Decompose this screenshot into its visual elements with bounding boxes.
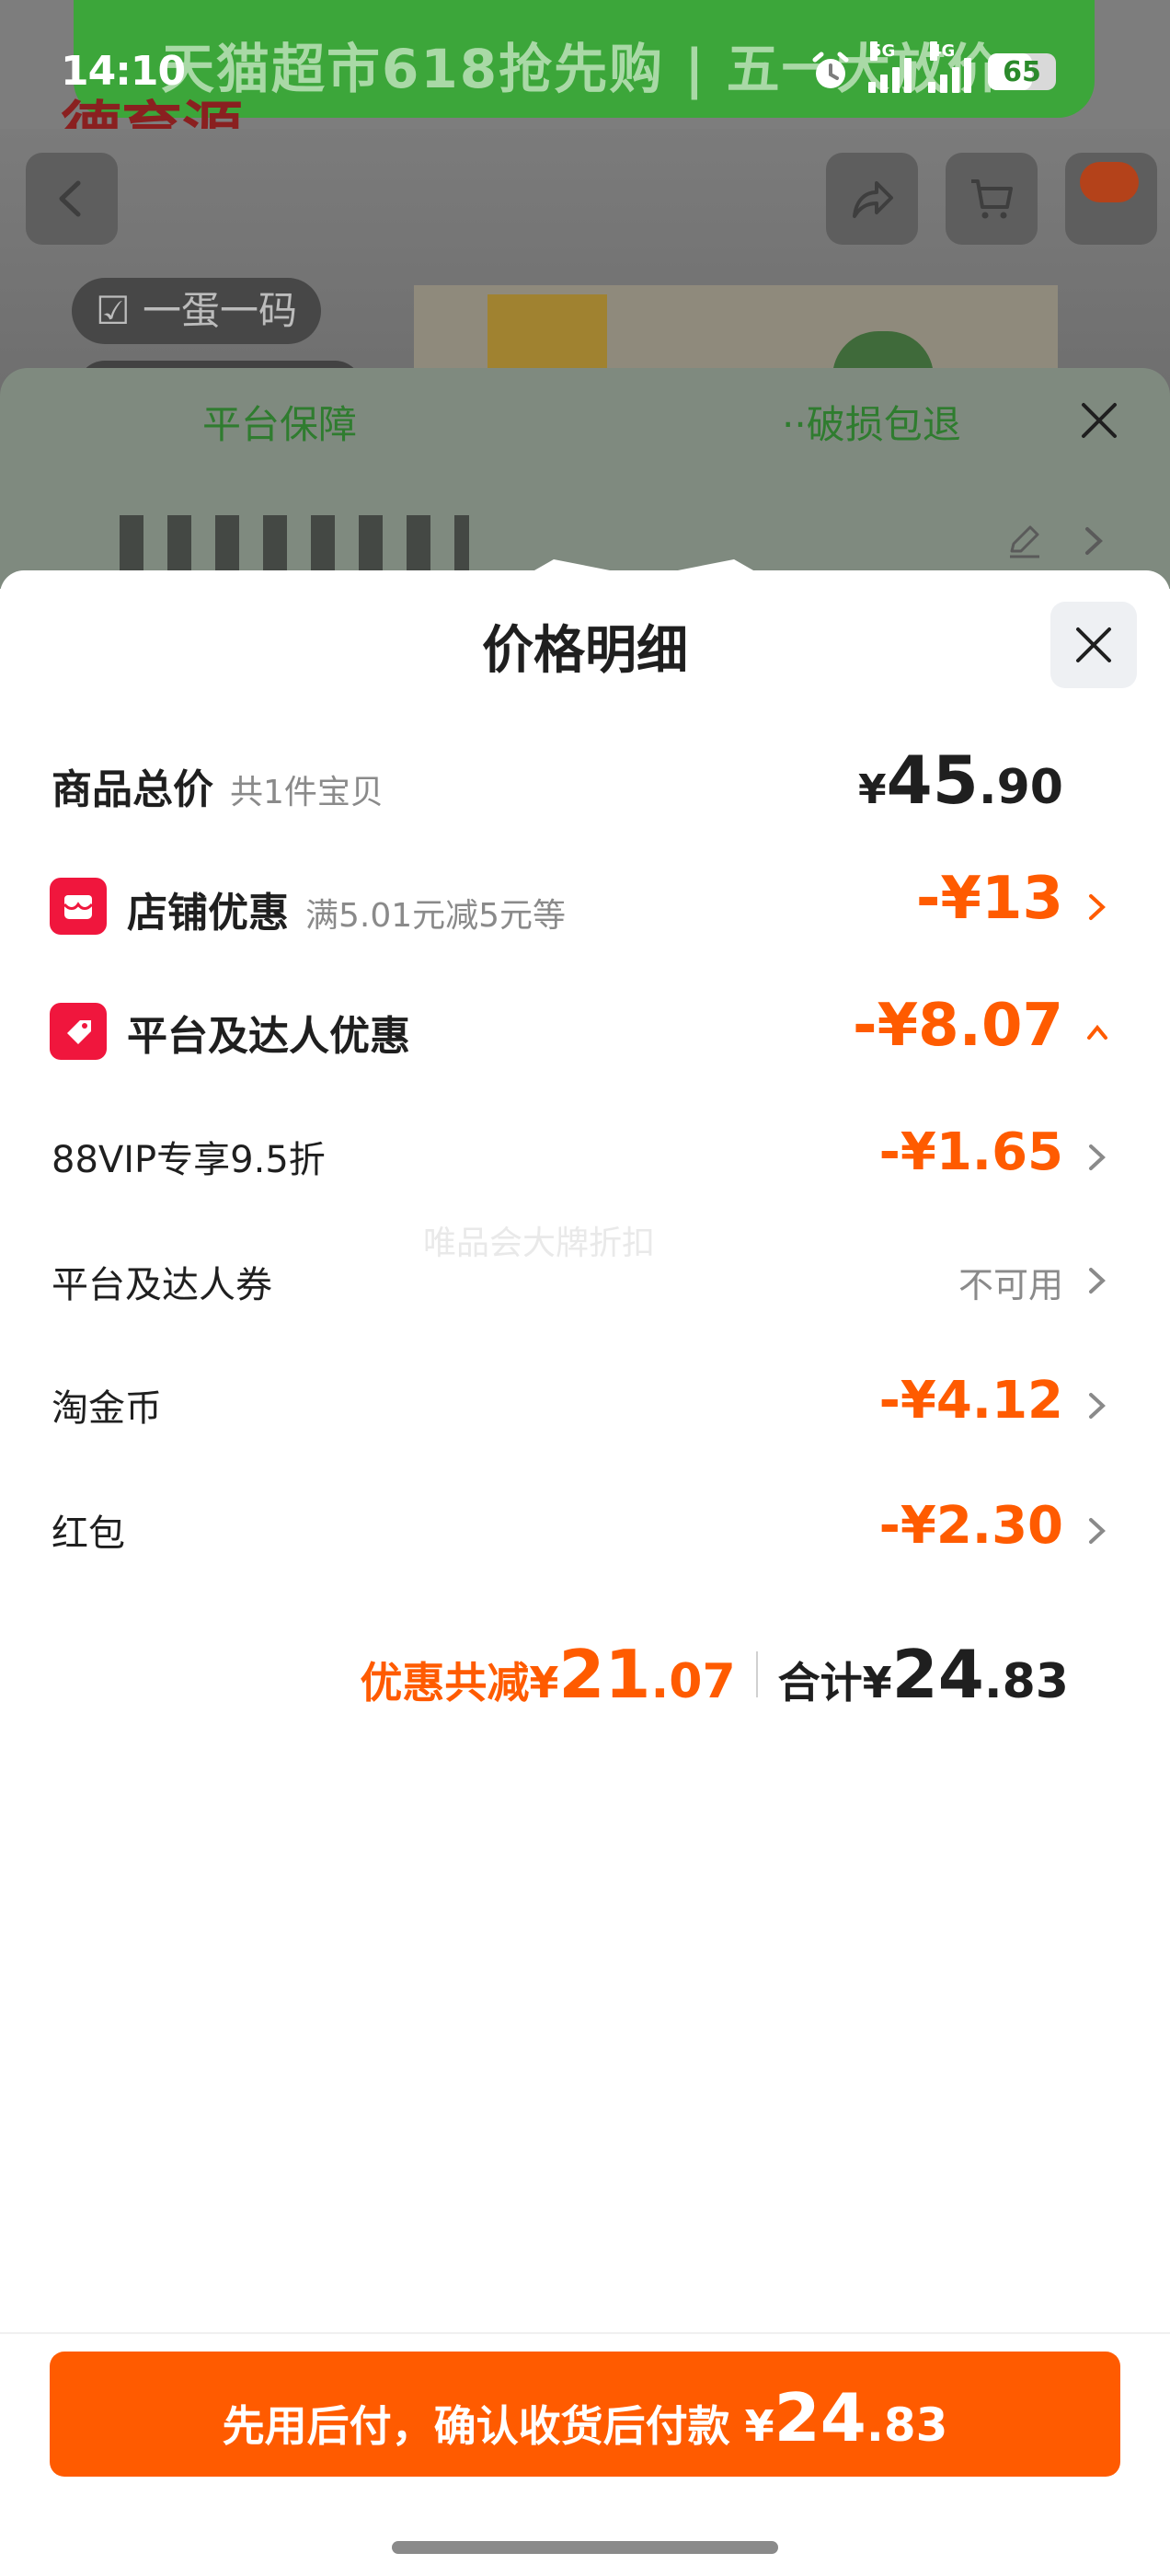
sheet-title: 价格明细 [482, 621, 688, 681]
chevron-right-icon [1085, 527, 1103, 555]
chevron-right-icon [1089, 1393, 1106, 1419]
chevron-right-icon [1089, 1518, 1106, 1544]
network-label-1: 5G [870, 41, 896, 61]
chevron-right-icon [1089, 894, 1106, 920]
pay-later-button[interactable]: 先用后付，确认收货后付款 ¥ 24 .83 [50, 2352, 1120, 2477]
cart-icon [971, 179, 1013, 219]
summary-divider [755, 1651, 758, 1697]
status-icons: 5G 4G 65 [809, 41, 1056, 98]
total-price-title: 商品总价 [52, 766, 213, 813]
status-time: 14:10 [61, 48, 186, 95]
vip-discount-row[interactable]: 88VIP专享9.5折 -¥1.65 [0, 1115, 1170, 1198]
discount-total-int: 21 [558, 1636, 651, 1713]
grand-total-label: 合计¥ [777, 1658, 892, 1708]
vip-discount-amount: -¥1.65 [878, 1122, 1063, 1182]
shop-discount-row[interactable]: 店铺优惠 满5.01元减5元等 -¥13 [0, 865, 1170, 949]
shop-icon [50, 878, 107, 935]
chevron-up-icon [1087, 1024, 1107, 1040]
battery-icon: 65 [988, 53, 1056, 90]
coins-amount: -¥4.12 [878, 1371, 1063, 1431]
platform-discount-label: 平台及达人优惠 [127, 1013, 410, 1060]
guarantee-text: 平台保障 [202, 402, 358, 447]
shop-discount-title: 店铺优惠 [127, 890, 289, 937]
total-price-row: 商品总价 共1件宝贝 ¥45.90 [0, 742, 1170, 824]
red-packet-row[interactable]: 红包 -¥2.30 [0, 1489, 1170, 1571]
item-count: 共1件宝贝 [230, 774, 384, 811]
battery-level: 65 [1003, 55, 1041, 88]
alarm-icon [812, 52, 849, 88]
bottom-divider [0, 2332, 1170, 2334]
pay-button-int: 24 [774, 2379, 866, 2456]
back-icon [59, 180, 81, 217]
shop-discount-rule: 满5.01元减5元等 [305, 897, 567, 935]
message-icon [1080, 162, 1139, 202]
signal-icon: 5G [868, 41, 912, 93]
pay-button-label: 先用后付，确认收货后付款 ¥ [222, 2401, 774, 2451]
platform-discount-row[interactable]: 平台及达人优惠 -¥8.07 [0, 992, 1170, 1075]
home-indicator[interactable] [392, 2541, 778, 2554]
red-packet-amount: -¥2.30 [878, 1496, 1063, 1556]
coupon-status: 不可用 [958, 1265, 1063, 1305]
back-button[interactable] [26, 153, 118, 245]
close-icon[interactable] [1076, 397, 1122, 443]
network-label-2: 4G [930, 41, 956, 61]
coins-label: 淘金币 [52, 1387, 162, 1430]
share-button[interactable] [826, 153, 918, 245]
discount-total-dec: .07 [650, 1654, 736, 1709]
chevron-right-icon [1089, 1144, 1106, 1170]
coins-row[interactable]: 淘金币 -¥4.12 [0, 1363, 1170, 1446]
tag-icon [50, 1003, 107, 1060]
egg-code-tag: ☑ 一蛋一码 [72, 278, 322, 344]
watermark-text: 唯品会大牌折扣 [423, 1225, 656, 1262]
total-price-label: 商品总价 共1件宝贝 [52, 756, 384, 815]
shop-discount-label: 店铺优惠 满5.01元减5元等 [127, 880, 566, 938]
guarantee-text-right: ··破损包退 [782, 402, 961, 447]
red-packet-label: 红包 [52, 1512, 125, 1555]
total-price-amount: ¥45.90 [858, 742, 1063, 819]
close-icon [1076, 627, 1111, 662]
edit-icon[interactable] [1004, 520, 1045, 560]
pay-button-dec: .83 [866, 2398, 948, 2452]
vip-discount-label: 88VIP专享9.5折 [52, 1139, 326, 1181]
message-button[interactable] [1065, 153, 1157, 245]
total-price-dec: .90 [978, 760, 1063, 815]
grand-total-dec: .83 [983, 1654, 1069, 1709]
platform-discount-amount: -¥8.07 [853, 992, 1063, 1060]
close-button[interactable] [1050, 602, 1137, 688]
currency-symbol: ¥ [858, 766, 887, 813]
signal-icon-2: 4G [928, 41, 971, 93]
price-summary: 优惠共减¥ 21 .07 合计¥ 24 .83 [360, 1636, 1069, 1713]
cart-button[interactable] [946, 153, 1038, 245]
chevron-right-icon [1089, 1268, 1106, 1294]
discount-total-label: 优惠共减¥ [360, 1658, 559, 1708]
total-price-int: 45 [886, 742, 979, 819]
grand-total-int: 24 [891, 1636, 984, 1713]
shop-discount-amount: -¥13 [915, 865, 1063, 933]
share-icon [853, 181, 893, 218]
